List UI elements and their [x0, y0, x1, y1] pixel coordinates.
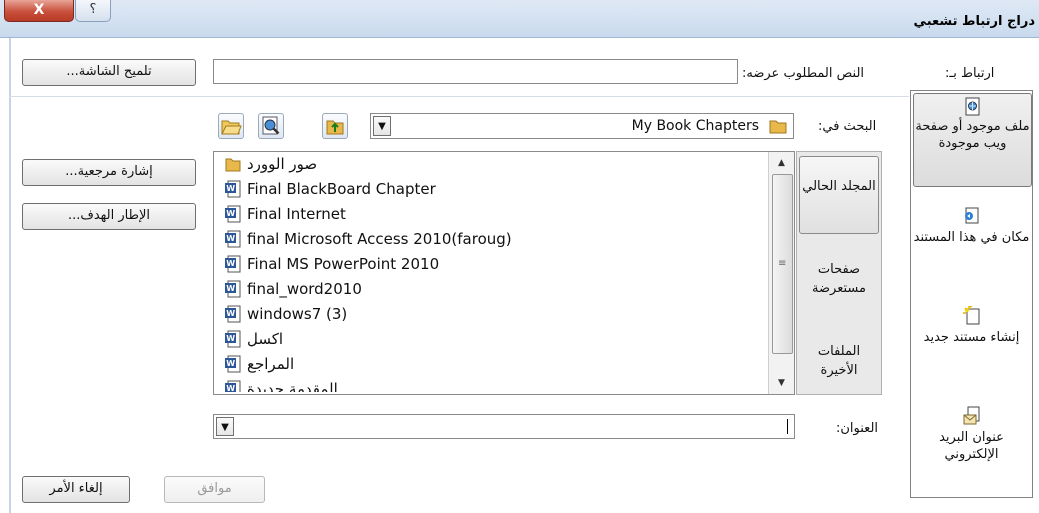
svg-text:W: W — [226, 334, 235, 343]
file-name: المراجع — [247, 355, 295, 373]
ok-button[interactable]: موافق — [164, 476, 265, 503]
svg-text:W: W — [226, 209, 235, 218]
bookmark-button[interactable]: إشارة مرجعية... — [22, 159, 196, 186]
target-frame-button[interactable]: الإطار الهدف... — [22, 203, 196, 230]
word-document-icon: W — [225, 255, 241, 273]
word-document-icon: W — [225, 305, 241, 323]
text-cursor — [787, 419, 788, 434]
link-to-bar: ملف موجود أو صفحة ويب موجودة مكان في هذا… — [910, 90, 1033, 498]
list-item[interactable]: W المراجع — [225, 352, 294, 376]
file-name: windows7 (3) — [247, 305, 348, 323]
list-item[interactable]: W Final Internet — [225, 202, 346, 226]
tab-current-folder[interactable]: المجلد الحالي — [799, 156, 879, 234]
file-list-items: صور الوورد W Final BlackBoard Chapter W … — [219, 152, 767, 392]
word-document-icon: W — [225, 355, 241, 373]
list-item[interactable]: W المقدمة جديدة — [225, 377, 338, 392]
file-name: صور الوورد — [247, 155, 318, 173]
svg-text:W: W — [226, 234, 235, 243]
text-to-display-input[interactable] — [213, 59, 738, 84]
link-new-document-label: إنشاء مستند جديد — [923, 330, 1020, 345]
svg-text:W: W — [226, 309, 235, 318]
folder-icon — [225, 158, 241, 172]
grip-icon: ≡ — [778, 258, 787, 269]
word-document-icon: W — [225, 280, 241, 298]
file-name: اكسل — [247, 330, 284, 348]
address-label: العنوان: — [836, 421, 879, 436]
list-item[interactable]: W Final MS PowerPoint 2010 — [225, 252, 439, 276]
close-button[interactable]: X — [4, 0, 74, 22]
word-document-icon: W — [225, 330, 241, 348]
link-place-label: مكان في هذا المستند — [913, 230, 1030, 245]
folder-up-icon — [326, 120, 344, 135]
chevron-down-icon[interactable]: ▼ — [373, 116, 391, 136]
separator — [9, 96, 909, 97]
scroll-down-icon[interactable]: ▼ — [769, 374, 794, 392]
up-one-folder-button[interactable] — [322, 113, 348, 139]
file-name: final_word2010 — [247, 280, 362, 298]
link-existing-file-label: ملف موجود أو صفحة ويب موجودة — [915, 119, 1030, 151]
word-document-icon: W — [225, 180, 241, 198]
svg-text:W: W — [226, 384, 235, 392]
window-title: دراج ارتباط تشعبي — [913, 14, 1035, 29]
svg-text:W: W — [226, 184, 235, 193]
list-item[interactable]: W final Microsoft Access 2010(faroug) — [225, 227, 512, 251]
browse-web-icon — [262, 116, 280, 135]
document-place-icon — [964, 207, 978, 224]
scroll-thumb[interactable]: ≡ — [772, 174, 793, 354]
list-item[interactable]: صور الوورد — [225, 152, 317, 176]
scroll-up-icon[interactable]: ▲ — [769, 154, 794, 172]
screentip-button[interactable]: تلميح الشاشة... — [22, 59, 196, 86]
svg-text:W: W — [226, 284, 235, 293]
title-bar: X ؟ دراج ارتباط تشعبي — [0, 0, 1039, 38]
browse-web-button[interactable] — [258, 113, 284, 139]
file-name: المقدمة جديدة — [247, 380, 338, 392]
folder-icon — [769, 120, 787, 134]
list-item[interactable]: W windows7 (3) — [225, 302, 347, 326]
list-item[interactable]: W اكسل — [225, 327, 283, 351]
link-existing-file-option[interactable]: ملف موجود أو صفحة ويب موجودة — [913, 93, 1032, 187]
file-name: final Microsoft Access 2010(faroug) — [247, 230, 512, 248]
svg-text:W: W — [226, 259, 235, 268]
open-folder-icon — [221, 120, 242, 135]
tab-recent-files[interactable]: الملفات الأخيرة — [799, 328, 879, 394]
chevron-down-icon[interactable]: ▼ — [216, 417, 234, 436]
cancel-button[interactable]: إلغاء الأمر — [22, 476, 130, 503]
list-item[interactable]: W Final BlackBoard Chapter — [225, 177, 436, 201]
word-document-icon: W — [225, 230, 241, 248]
link-to-label: ارتباط بـ: — [945, 66, 995, 81]
word-document-icon: W — [225, 205, 241, 223]
look-in-label: البحث في: — [818, 119, 877, 134]
text-to-display-label: النص المطلوب عرضه: — [742, 66, 865, 81]
file-name: Final Internet — [247, 205, 346, 223]
link-email-option[interactable]: عنوان البريد الإلكتروني — [913, 403, 1030, 487]
file-list-scrollbar[interactable]: ▲ ≡ ▼ — [768, 152, 794, 394]
svg-text:W: W — [226, 359, 235, 368]
web-page-icon — [965, 97, 979, 116]
email-icon — [963, 406, 979, 425]
address-input[interactable]: ▼ — [213, 414, 795, 439]
tab-browsed-pages[interactable]: صفحات مستعرضة — [799, 248, 879, 318]
link-place-in-document-option[interactable]: مكان في هذا المستند — [913, 203, 1030, 283]
word-document-icon: W — [225, 380, 241, 392]
look-in-value: My Book Chapters — [631, 118, 759, 134]
help-button[interactable]: ؟ — [75, 0, 111, 22]
navigation-tabs: المجلد الحالي صفحات مستعرضة الملفات الأخ… — [796, 151, 882, 395]
browse-file-button[interactable] — [218, 113, 244, 139]
file-name: Final MS PowerPoint 2010 — [247, 255, 440, 273]
list-item[interactable]: W final_word2010 — [225, 277, 362, 301]
look-in-dropdown[interactable]: ▼ My Book Chapters — [370, 113, 794, 139]
file-name: Final BlackBoard Chapter — [247, 180, 436, 198]
link-new-document-option[interactable]: إنشاء مستند جديد — [913, 303, 1030, 383]
new-document-icon — [962, 306, 979, 325]
link-email-label: عنوان البريد الإلكتروني — [939, 430, 1004, 462]
